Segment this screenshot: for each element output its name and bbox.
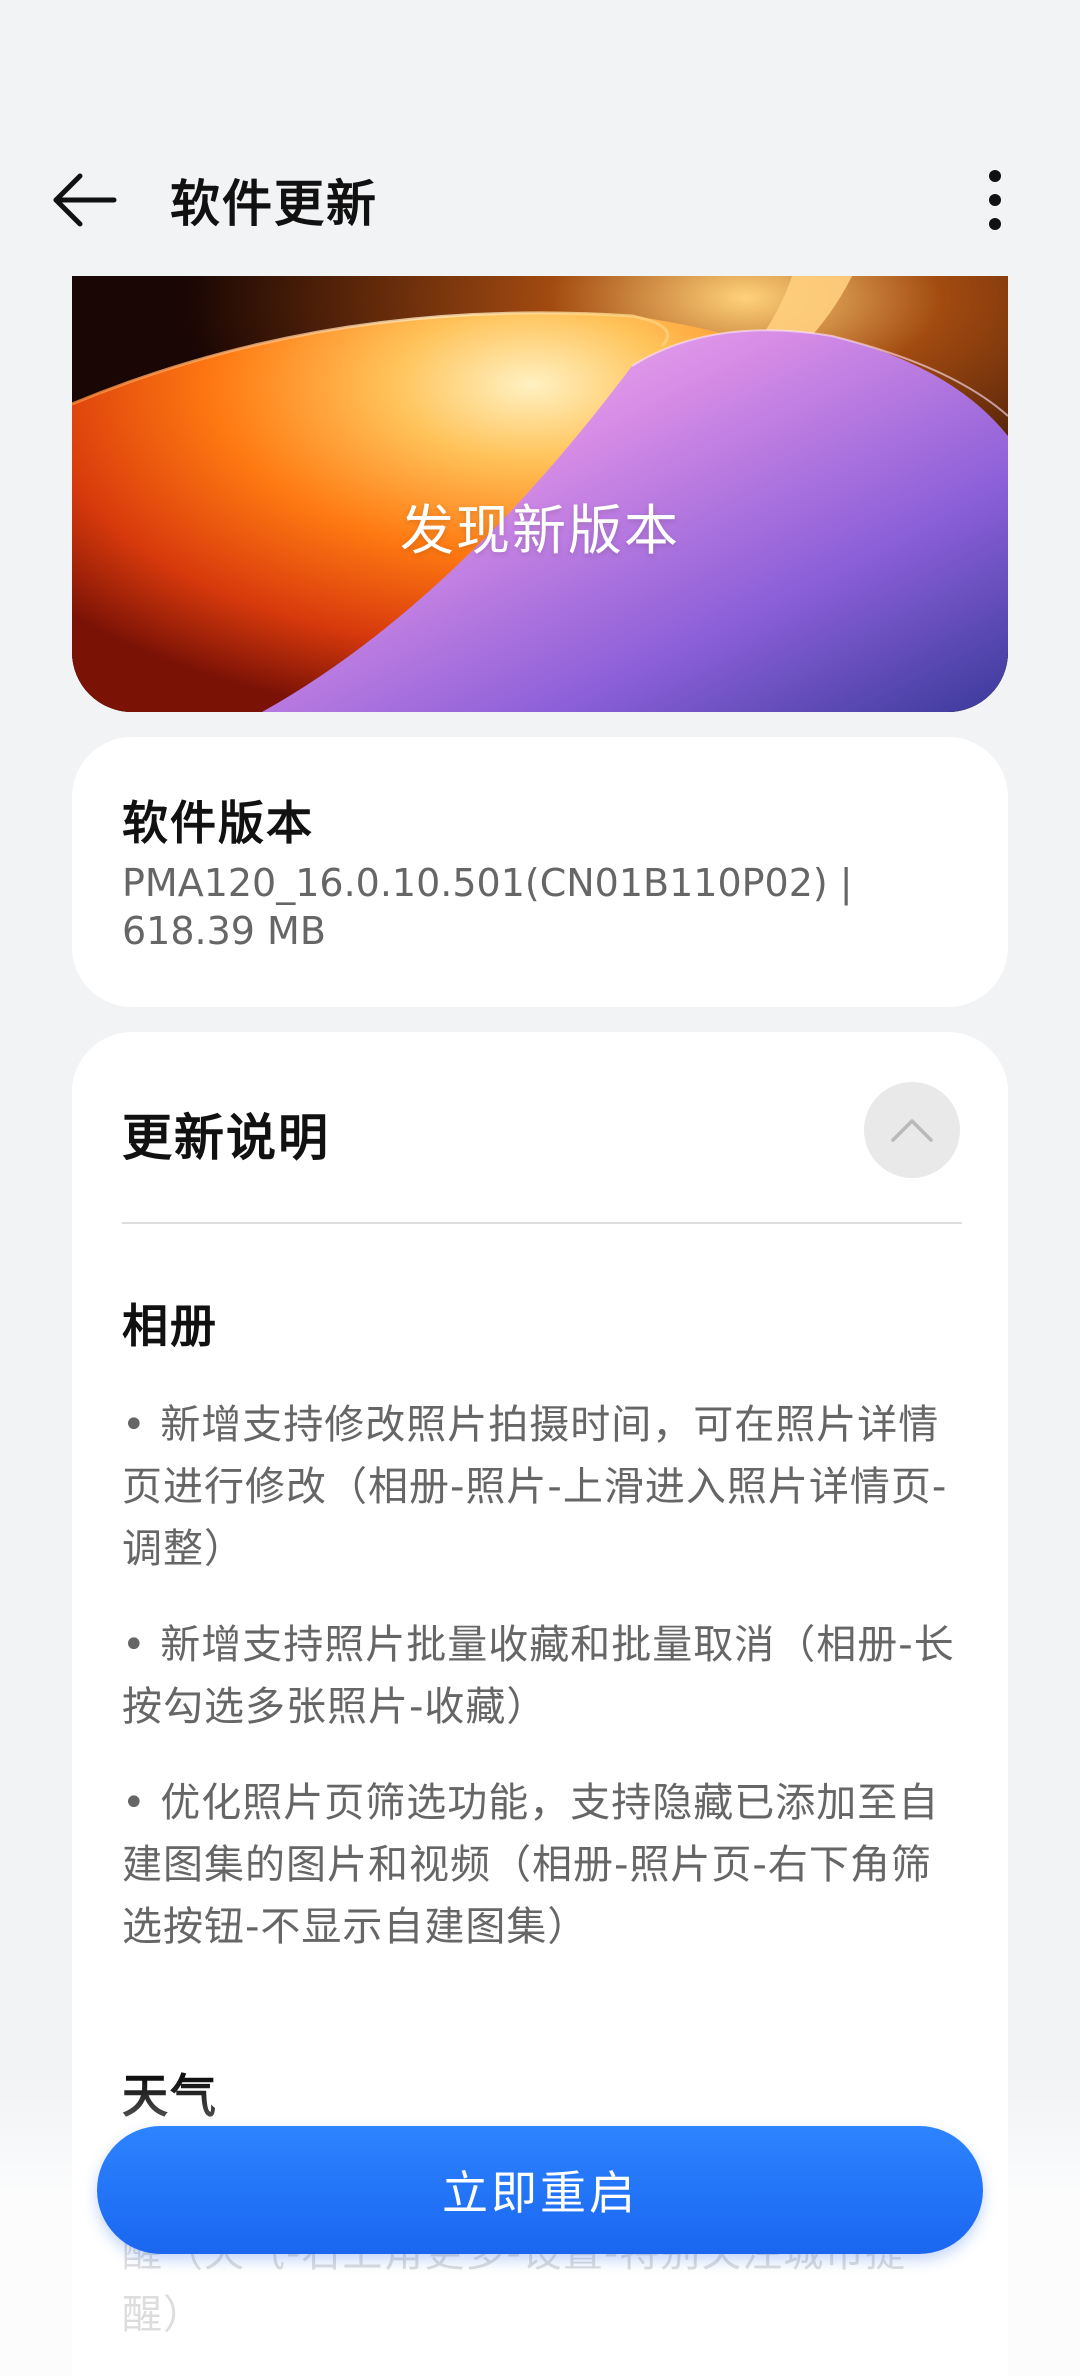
update-banner: 发现新版本	[72, 276, 1008, 712]
arrow-left-icon	[53, 173, 117, 227]
section-title-weather: 天气	[122, 2069, 218, 2123]
release-notes-title: 更新说明	[122, 1109, 330, 1167]
version-card: 软件版本 PMA120_16.0.10.501(CN01B110P02) | 6…	[72, 737, 1008, 1007]
more-options-button[interactable]	[960, 160, 1030, 240]
restart-now-button[interactable]: 立即重启	[97, 2126, 983, 2254]
version-label: 软件版本	[122, 796, 314, 850]
more-vertical-icon	[989, 170, 1001, 230]
list-item: • 新增支持修改照片拍摄时间，可在照片详情页进行修改（相册-照片-上滑进入照片详…	[122, 1402, 948, 1572]
section-album-header: 相册	[122, 1290, 962, 1356]
version-value: PMA120_16.0.10.501(CN01B110P02) | 618.39…	[122, 861, 853, 953]
banner-title: 发现新版本	[400, 499, 680, 562]
list-item: • 新增支持照片批量收藏和批量取消（相册-长按勾选多张照片-收藏）	[122, 1622, 955, 1730]
section-title-album: 相册	[122, 1299, 218, 1353]
list-item: • 优化照片页筛选功能，支持隐藏已添加至自建图集的图片和视频（相册-照片页-右下…	[122, 1780, 940, 1950]
app-bar: 软件更新	[0, 0, 1080, 275]
divider	[122, 1222, 962, 1224]
back-button[interactable]	[40, 158, 130, 242]
album-notes-list: • 新增支持修改照片拍摄时间，可在照片详情页进行修改（相册-照片-上滑进入照片详…	[122, 1394, 962, 1958]
collapse-button[interactable]	[864, 1082, 960, 1178]
chevron-up-icon	[891, 1119, 933, 1142]
page-title: 软件更新	[170, 175, 378, 233]
